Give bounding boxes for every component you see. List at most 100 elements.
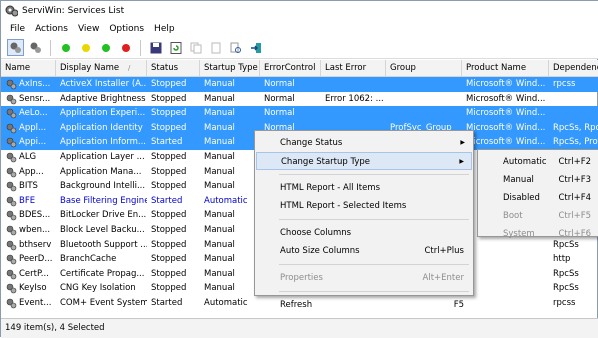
menu-item-label: Refresh (280, 300, 313, 310)
menu-help[interactable]: Help (149, 24, 180, 34)
cell-status: Stopped (151, 152, 187, 162)
submenu-item-manual[interactable]: Manual Ctrl+F3 (479, 171, 598, 189)
cell-status: Stopped (151, 122, 187, 133)
context_menu-item-change-startup-type[interactable]: Change Startup Type ▶ (256, 152, 472, 170)
find-icon (230, 42, 241, 53)
column-header-name[interactable]: Name (1, 60, 56, 77)
menu-item-label: Auto Size Columns (280, 246, 360, 256)
cell-last-error: Error 1062: ... (325, 93, 384, 104)
menu-actions[interactable]: Actions (30, 24, 73, 34)
table-row[interactable]: Sensr... Adaptive Brightness Stopped Manual… (1, 92, 598, 107)
green-dot-icon (61, 43, 70, 52)
menu-separator (279, 174, 469, 175)
status-text: 149 item(s), 4 Selected (5, 323, 105, 333)
column-header-status[interactable]: Status (147, 60, 200, 77)
properties-button[interactable] (207, 39, 224, 56)
resume-button[interactable] (97, 39, 114, 56)
floppy-icon (150, 42, 161, 53)
column-header-startup-type[interactable]: Startup Type (200, 60, 260, 77)
submenu-arrow-icon: ▶ (459, 158, 464, 165)
context_menu-item-choose-columns[interactable]: Choose Columns (256, 224, 472, 242)
cell-startup-type: Automatic (204, 298, 248, 308)
column-header-last-error[interactable]: Last Error (321, 60, 386, 77)
cell-group (386, 106, 462, 121)
cell-display-name: COM+ Event System (60, 298, 147, 308)
shortcut-label: Ctrl+F5 (558, 211, 591, 221)
cell-status: Stopped (151, 225, 187, 235)
cell-status: Stopped (151, 166, 187, 177)
cell-startup-type: Manual (204, 283, 235, 294)
column-header-dependencies[interactable]: Dependencies (549, 60, 598, 77)
startup-type-submenu: Automatic Ctrl+F2 Manual Ctrl+F3 Disabled Ctr… (477, 149, 598, 239)
cell-product-name: Microsoft® Wind... (466, 122, 546, 133)
context_menu-item-refresh[interactable]: Refresh F5 (256, 296, 472, 314)
green-dot-icon (101, 43, 110, 52)
cell-dependencies: RpcSs, Prof (553, 137, 598, 148)
submenu-item-system[interactable]: System Ctrl+F6 (479, 225, 598, 243)
cell-startup-type: Automatic (204, 195, 248, 206)
services-view-button[interactable] (7, 39, 24, 56)
cell-name: wben... (19, 225, 51, 235)
cell-last-error (321, 106, 386, 121)
cell-name: BITS (19, 181, 38, 192)
app-window: ServiWin: Services List File Actions Vie… (0, 0, 598, 338)
submenu-item-automatic[interactable]: Automatic Ctrl+F2 (479, 153, 598, 171)
context_menu-item-html-report-all-items[interactable]: HTML Report - All Items (256, 179, 472, 197)
cell-name: PeerD... (19, 254, 53, 265)
cell-error-control: Normal (264, 93, 295, 104)
cell-startup-type: Manual (204, 122, 235, 133)
document-icon (211, 42, 220, 53)
table-row[interactable]: AxIns... ActiveX Installer (A... Stopped Ma… (1, 77, 598, 92)
submenu-arrow-icon: ▶ (460, 139, 465, 146)
gears-icon (10, 42, 21, 53)
menu-options[interactable]: Options (104, 24, 149, 34)
context_menu-item-auto-size-columns[interactable]: Auto Size Columns Ctrl+Plus (256, 242, 472, 260)
table-row[interactable]: AeLo... Application Experi... Stopped Manua… (1, 106, 598, 121)
context_menu-item-change-status[interactable]: Change Status ▶ (256, 134, 472, 152)
gears-icon (30, 42, 41, 53)
refresh-icon (170, 41, 181, 54)
find-button[interactable] (227, 39, 244, 56)
menu-file[interactable]: File (5, 24, 30, 34)
exit-button[interactable] (247, 39, 264, 56)
column-header-product-name[interactable]: Product Name (462, 60, 549, 77)
cell-name: bthserv (19, 239, 52, 250)
cell-startup-type: Manual (204, 210, 235, 221)
context_menu-item-properties[interactable]: Properties Alt+Enter (256, 269, 472, 287)
toolbar (1, 37, 598, 59)
cell-status: Started (151, 195, 183, 206)
cell-dependencies (549, 92, 598, 107)
status-bar: 149 item(s), 4 Selected (1, 318, 598, 338)
refresh-button[interactable] (167, 39, 184, 56)
drivers-view-button[interactable] (27, 39, 44, 56)
column-header-error-control[interactable]: ErrorControl (260, 60, 321, 77)
cell-dependencies: RpcSs (553, 283, 579, 294)
menu-item-label: Properties (280, 273, 323, 283)
shortcut-label: Ctrl+F3 (558, 175, 591, 185)
cell-display-name: Adaptive Brightness (60, 93, 146, 104)
cell-startup-type: Manual (204, 137, 235, 148)
menu-view[interactable]: View (73, 24, 104, 34)
copy-icon (190, 42, 201, 53)
menu-item-label: HTML Report - Selected Items (280, 201, 407, 211)
pause-button[interactable] (77, 39, 94, 56)
context_menu-item-html-report-selected-items[interactable]: HTML Report - Selected Items (256, 197, 472, 215)
cell-startup-type: Manual (204, 79, 235, 89)
cell-dependencies: RpcSs, RpcSs (553, 122, 598, 133)
cell-status: Stopped (151, 108, 187, 119)
start-button[interactable] (57, 39, 74, 56)
stop-button[interactable] (117, 39, 134, 56)
column-header-row: Name Display Name Status Startup Type Er… (1, 60, 598, 77)
column-header-display-name[interactable]: Display Name (56, 60, 147, 77)
cell-name: AeLo... (19, 108, 48, 119)
cell-product-name (462, 296, 549, 311)
submenu-item-disabled[interactable]: Disabled Ctrl+F4 (479, 189, 598, 207)
save-button[interactable] (147, 39, 164, 56)
cell-startup-type: Manual (204, 166, 235, 177)
column-header-group[interactable]: Group (386, 60, 462, 77)
copy-button[interactable] (187, 39, 204, 56)
cell-status: Stopped (151, 254, 187, 265)
submenu-item-boot[interactable]: Boot Ctrl+F5 (479, 207, 598, 225)
cell-display-name: Application Inform... (60, 137, 147, 148)
shortcut-label: F5 (453, 300, 464, 310)
